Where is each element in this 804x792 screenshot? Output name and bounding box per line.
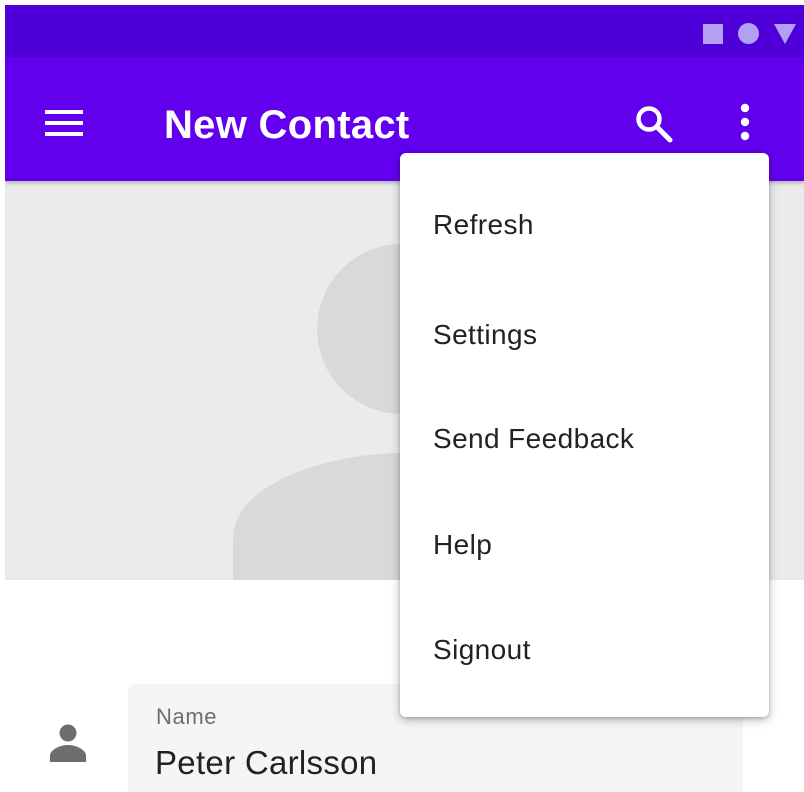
search-icon[interactable] [633, 103, 675, 145]
name-field-label: Name [156, 704, 218, 729]
person-icon [50, 724, 86, 762]
menu-item-help[interactable]: Help [400, 503, 769, 587]
status-bar [5, 5, 804, 57]
app-screen: New Contact Name Refresh Settings Send F… [0, 0, 804, 792]
menu-item-settings[interactable]: Settings [400, 293, 769, 377]
more-vert-icon[interactable] [733, 101, 757, 145]
menu-item-send-feedback[interactable]: Send Feedback [400, 397, 769, 481]
triangle-icon [774, 23, 796, 44]
screen-edge [0, 0, 5, 792]
square-icon [703, 23, 723, 44]
status-icons [703, 23, 796, 44]
menu-item-signout[interactable]: Signout [400, 608, 769, 692]
circle-icon [738, 23, 759, 44]
menu-icon[interactable] [43, 107, 85, 139]
page-title: New Contact [164, 103, 410, 147]
name-input[interactable] [155, 744, 595, 782]
overflow-menu: Refresh Settings Send Feedback Help Sign… [400, 153, 769, 717]
menu-item-refresh[interactable]: Refresh [400, 183, 769, 267]
